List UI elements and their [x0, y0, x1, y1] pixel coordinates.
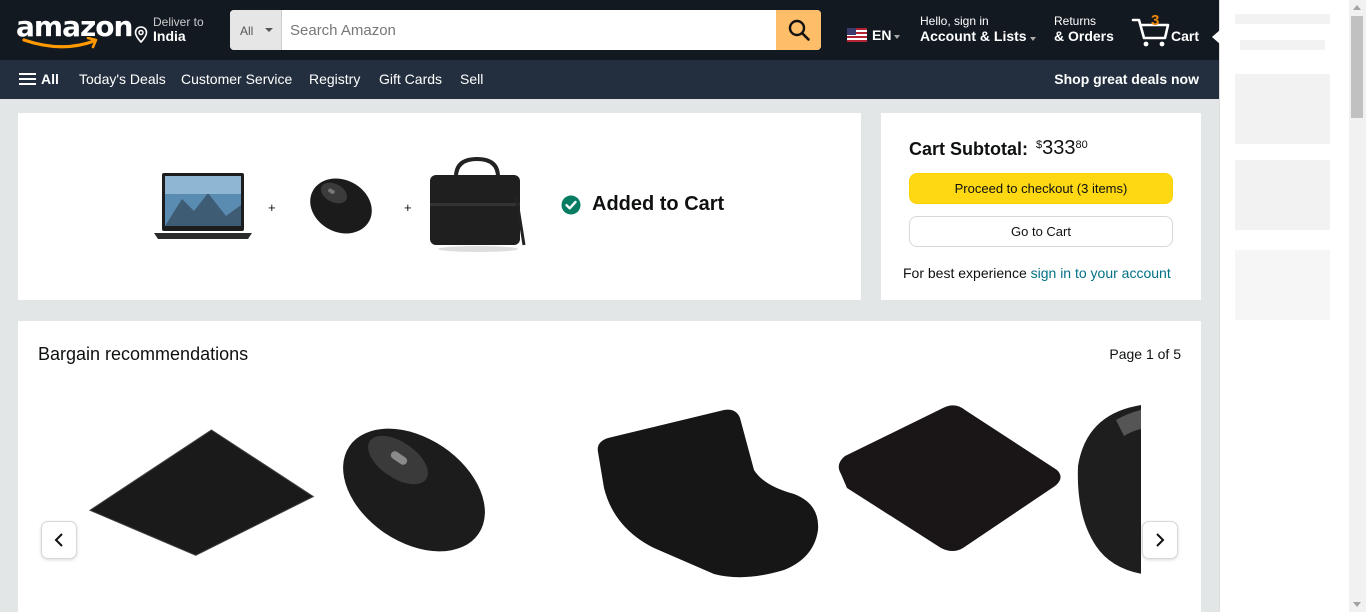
search-category-dropdown[interactable]: All [230, 10, 282, 50]
language-code: EN [872, 27, 892, 43]
wireless-mouse-image [1077, 405, 1141, 574]
plus-sign: + [268, 200, 276, 215]
search-icon [788, 19, 810, 41]
recommendation-item[interactable] [594, 388, 824, 612]
returns-orders[interactable]: Returns & Orders [1054, 14, 1114, 44]
shop-deals-promo[interactable]: Shop great deals now [1054, 71, 1199, 87]
recommendation-item[interactable] [1076, 388, 1141, 612]
search-category-label: All [240, 24, 254, 38]
skeleton-line [1240, 40, 1325, 50]
chevron-left-icon [54, 533, 63, 547]
scroll-down-arrow-icon[interactable] [1353, 602, 1361, 607]
top-nav: amazon Deliver to India All Search Amazo… [0, 0, 1219, 60]
best-experience-text: For best experience [903, 265, 1027, 281]
added-to-cart-text: Added to Cart [592, 193, 725, 215]
skeleton-line [1235, 14, 1330, 24]
recommendations-title: Bargain recommendations [38, 344, 249, 364]
check-circle-icon [561, 195, 581, 214]
account-label: Account & Lists [920, 28, 1036, 44]
scroll-up-arrow-icon[interactable] [1353, 5, 1361, 10]
recommendation-item[interactable] [334, 388, 564, 612]
cart-button[interactable]: 3 Cart [1131, 12, 1203, 48]
skeleton-block [1235, 250, 1330, 320]
sign-in-prompt: For best experience sign in to your acco… [903, 265, 1171, 281]
price-whole: 333 [1042, 137, 1076, 159]
proceed-to-checkout-button[interactable]: Proceed to checkout (3 items) [909, 173, 1173, 204]
skeleton-block [1235, 160, 1330, 230]
panel-pointer [1212, 30, 1220, 44]
hamburger-icon [19, 73, 36, 85]
mouse-pad-image [838, 405, 1061, 551]
language-selector[interactable]: EN [847, 26, 901, 44]
nav-todays-deals[interactable]: Today's Deals [79, 71, 166, 87]
laptop-bag-image[interactable] [426, 155, 528, 253]
bargain-recommendations: Bargain recommendations Page 1 of 5 [18, 321, 1201, 612]
cart-label: Cart [1171, 28, 1200, 44]
location-pin-icon [134, 26, 148, 43]
deliver-label: Deliver to [153, 15, 204, 29]
side-cart-panel [1212, 0, 1349, 612]
account-lists[interactable]: Hello, sign in Account & Lists [920, 14, 1036, 44]
cart-subtotal-panel: Cart Subtotal: $33380 Proceed to checkou… [881, 113, 1201, 300]
search-input[interactable] [282, 10, 776, 50]
added-to-cart-panel: + + Added to Cart [18, 113, 861, 300]
chevron-right-icon [1156, 533, 1165, 547]
sign-in-link[interactable]: sign in to your account [1031, 265, 1171, 281]
nav-customer-service[interactable]: Customer Service [181, 71, 292, 87]
deliver-country: India [153, 28, 186, 44]
nav-sell[interactable]: Sell [460, 71, 483, 87]
price-fraction: 80 [1075, 139, 1088, 151]
recommendation-item[interactable] [86, 388, 316, 612]
returns-label: Returns [1054, 14, 1097, 28]
laptop-image[interactable] [152, 171, 254, 241]
cart-count: 3 [1151, 12, 1160, 29]
all-menu-label: All [41, 71, 59, 87]
wireless-mouse-image[interactable] [306, 175, 376, 237]
orders-label: & Orders [1054, 28, 1114, 44]
chevron-down-icon [1029, 37, 1036, 41]
carousel-prev-button[interactable] [41, 521, 77, 559]
plus-sign: + [404, 200, 412, 215]
amazon-logo[interactable]: amazon [16, 12, 133, 50]
search-button[interactable] [776, 10, 821, 50]
carousel-next-button[interactable] [1142, 521, 1178, 559]
carousel-page-indicator: Page 1 of 5 [1109, 346, 1181, 362]
chevron-down-icon [265, 28, 273, 32]
added-to-cart-message: Added to Cart [561, 193, 724, 216]
nav-registry[interactable]: Registry [309, 71, 360, 87]
recommendation-item[interactable] [833, 388, 1063, 612]
mouse-pad-image [88, 429, 315, 556]
wireless-mouse-image [343, 428, 485, 552]
currency-symbol: $ [1036, 139, 1043, 151]
account-greeting: Hello, sign in [920, 14, 989, 28]
nav-gift-cards[interactable]: Gift Cards [379, 71, 442, 87]
secondary-nav: All Today's Deals Customer Service Regis… [0, 60, 1219, 99]
cart-subtotal-price: $33380 [1036, 137, 1088, 160]
search-bar: All [230, 10, 821, 50]
scrollbar-thumb[interactable] [1351, 16, 1363, 118]
all-menu-button[interactable]: All [19, 71, 59, 87]
us-flag-icon [847, 28, 867, 42]
page-scrollbar[interactable] [1349, 0, 1366, 612]
chevron-down-icon [894, 35, 901, 39]
recommendations-carousel [86, 388, 1141, 612]
skeleton-block [1235, 74, 1330, 144]
go-to-cart-button[interactable]: Go to Cart [909, 216, 1173, 247]
cart-subtotal-label: Cart Subtotal: [909, 139, 1028, 159]
account-label-text: Account & Lists [920, 28, 1027, 44]
gel-mouse-pad-image [597, 409, 819, 578]
smile-arrow-icon [22, 37, 98, 49]
